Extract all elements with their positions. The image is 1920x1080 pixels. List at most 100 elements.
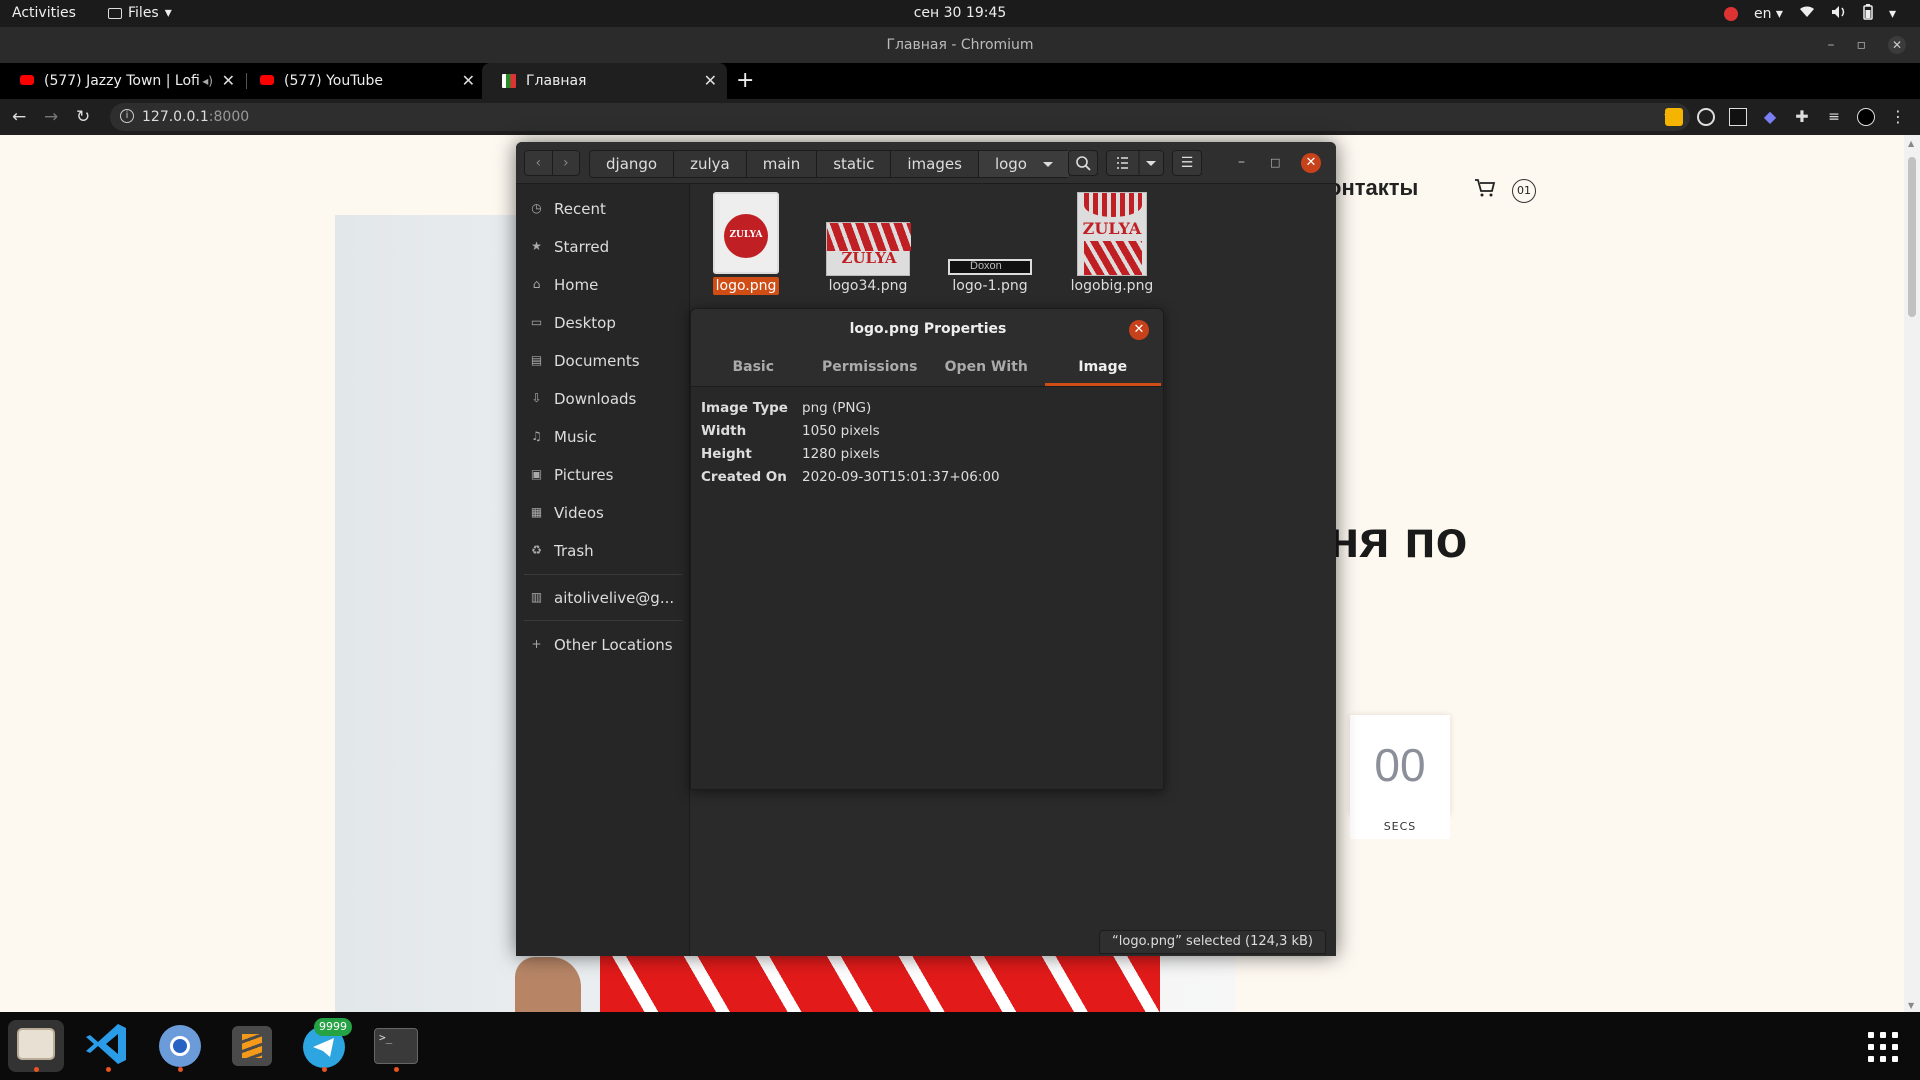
puzzle-icon[interactable]: ✚: [1793, 108, 1811, 126]
sidebar-item-trash[interactable]: ♻ Trash: [516, 536, 690, 566]
forward-arrow-icon[interactable]: →: [44, 107, 58, 127]
chevron-down-icon: [1042, 161, 1053, 167]
nav-link-contacts[interactable]: онтакты: [1328, 175, 1418, 201]
breadcrumb-zulya[interactable]: zulya: [674, 151, 747, 177]
sidebar-item-music[interactable]: ♫ Music: [516, 422, 690, 452]
sidebar-item-network-drive[interactable]: ▥ aitolivelive@g...: [516, 583, 690, 613]
scroll-down-icon[interactable]: ▼: [1908, 1001, 1914, 1010]
tab-basic[interactable]: Basic: [695, 349, 812, 386]
file-name: logo.png: [691, 277, 801, 295]
logo-rays: [1084, 241, 1142, 275]
dock-files[interactable]: [8, 1020, 64, 1072]
volume-icon[interactable]: [1831, 5, 1847, 23]
reload-icon[interactable]: ↻: [76, 107, 90, 127]
system-menu-caret-icon[interactable]: ▾: [1889, 6, 1896, 22]
forward-chevron-icon[interactable]: ›: [553, 151, 580, 175]
clock-icon: ◷: [531, 201, 542, 215]
file-item-logo34[interactable]: ZULYA logo34.png: [813, 192, 923, 302]
url-host: 127.0.0.1: [142, 109, 209, 125]
globe-icon[interactable]: [1697, 108, 1715, 126]
system-tray[interactable]: en ▾ ▾: [1723, 4, 1896, 24]
download-icon: ⇩: [531, 391, 542, 405]
tab-youtube[interactable]: (577) YouTube ✕: [240, 63, 485, 99]
breadcrumb-main[interactable]: main: [747, 151, 818, 177]
tab-jazzy-town[interactable]: (577) Jazzy Town | Lofi ◂) ✕: [0, 63, 245, 99]
sidebar-item-documents[interactable]: ▤ Documents: [516, 346, 690, 376]
sidebar-item-recent[interactable]: ◷ Recent: [516, 194, 690, 224]
sidebar-item-home[interactable]: ⌂ Home: [516, 270, 690, 300]
minimize-icon[interactable]: –: [1238, 154, 1245, 170]
address-bar[interactable]: i 127.0.0.1:8000 ☆: [110, 103, 1690, 131]
new-tab-button[interactable]: +: [736, 63, 754, 99]
file-item-logobig[interactable]: ZULYA logobig.png: [1057, 192, 1167, 302]
close-icon[interactable]: ✕: [1301, 153, 1321, 173]
sidebar-item-other-locations[interactable]: + Other Locations: [516, 630, 690, 660]
breadcrumb-images[interactable]: images: [891, 151, 979, 177]
documents-icon: ▤: [530, 353, 543, 367]
tab-close-icon[interactable]: ✕: [462, 63, 475, 99]
logo-crest: [1084, 193, 1142, 217]
file-name-text: logo.png: [712, 277, 780, 295]
files-icon: [17, 1028, 55, 1060]
tab-close-icon[interactable]: ✕: [222, 63, 235, 99]
breadcrumb-static[interactable]: static: [817, 151, 892, 177]
wifi-icon[interactable]: [1799, 6, 1815, 22]
sidebar-item-pictures[interactable]: ▣ Pictures: [516, 460, 690, 490]
back-chevron-icon[interactable]: ‹: [525, 151, 553, 175]
clock[interactable]: сен 30 19:45: [0, 5, 1920, 21]
prop-value: png (PNG): [802, 400, 872, 416]
url-port: :8000: [208, 109, 250, 125]
dialog-title: logo.png Properties: [849, 321, 1007, 337]
show-applications-icon[interactable]: [1868, 1032, 1898, 1062]
search-icon: [1076, 156, 1091, 171]
dock-sublime-text[interactable]: [224, 1020, 280, 1072]
clapperboard-icon[interactable]: [1729, 108, 1747, 126]
cart-count-badge[interactable]: 01: [1512, 179, 1536, 203]
tab-open-with[interactable]: Open With: [928, 349, 1045, 386]
queue-icon[interactable]: ≡: [1825, 108, 1843, 126]
maximize-icon[interactable]: □: [1270, 156, 1280, 169]
vscode-icon: [86, 1024, 126, 1064]
cart-icon[interactable]: [1474, 179, 1496, 197]
avatar[interactable]: [1857, 108, 1875, 126]
dock-vscode[interactable]: [80, 1020, 136, 1072]
file-item-logo-1[interactable]: Doxon logo-1.png: [935, 192, 1045, 302]
tab-glavnaya[interactable]: Главная ✕: [482, 63, 727, 99]
maximize-icon[interactable]: ▫: [1857, 27, 1867, 63]
info-icon[interactable]: i: [120, 109, 134, 123]
sidebar-item-videos[interactable]: ▦ Videos: [516, 498, 690, 528]
tab-image[interactable]: Image: [1044, 349, 1161, 386]
tab-close-icon[interactable]: ✕: [704, 63, 717, 99]
dock-terminal[interactable]: >_: [368, 1020, 424, 1072]
breadcrumb-django[interactable]: django: [590, 151, 675, 177]
speaker-icon[interactable]: ◂): [202, 63, 213, 99]
chrome-remote-icon[interactable]: [1723, 7, 1738, 21]
breadcrumb-logo[interactable]: logo: [978, 151, 1069, 177]
view-options-button[interactable]: [1106, 150, 1164, 176]
extension-icon[interactable]: [1665, 108, 1683, 126]
sidebar-item-downloads[interactable]: ⇩ Downloads: [516, 384, 690, 414]
hamburger-menu-icon[interactable]: ☰: [1172, 150, 1202, 176]
scroll-up-icon[interactable]: ▲: [1908, 139, 1914, 148]
minimize-icon[interactable]: –: [1828, 27, 1835, 63]
page-scrollbar[interactable]: ▲ ▼: [1904, 135, 1920, 1012]
sidebar-item-starred[interactable]: ★ Starred: [516, 232, 690, 262]
file-item-logo[interactable]: ZULYA logo.png: [691, 192, 801, 302]
language-indicator[interactable]: en ▾: [1754, 6, 1783, 22]
battery-icon[interactable]: [1863, 4, 1873, 24]
tab-title: Главная: [526, 73, 587, 89]
search-button[interactable]: [1068, 150, 1098, 176]
back-arrow-icon[interactable]: ←: [12, 107, 26, 127]
kebab-menu-icon[interactable]: ⋮: [1889, 108, 1907, 126]
sidebar-item-label: Music: [554, 428, 597, 446]
ethereum-icon[interactable]: ◆: [1761, 108, 1779, 126]
network-drive-icon: ▥: [530, 590, 543, 604]
sidebar-item-desktop[interactable]: ▭ Desktop: [516, 308, 690, 338]
sidebar-item-label: Videos: [554, 504, 604, 522]
scrollbar-thumb[interactable]: [1908, 157, 1916, 317]
sidebar-item-label: aitolivelive@g...: [554, 589, 675, 607]
tab-permissions[interactable]: Permissions: [812, 349, 929, 386]
close-icon[interactable]: ✕: [1888, 36, 1906, 54]
dock-chromium[interactable]: [152, 1020, 208, 1072]
close-icon[interactable]: ✕: [1129, 320, 1149, 340]
